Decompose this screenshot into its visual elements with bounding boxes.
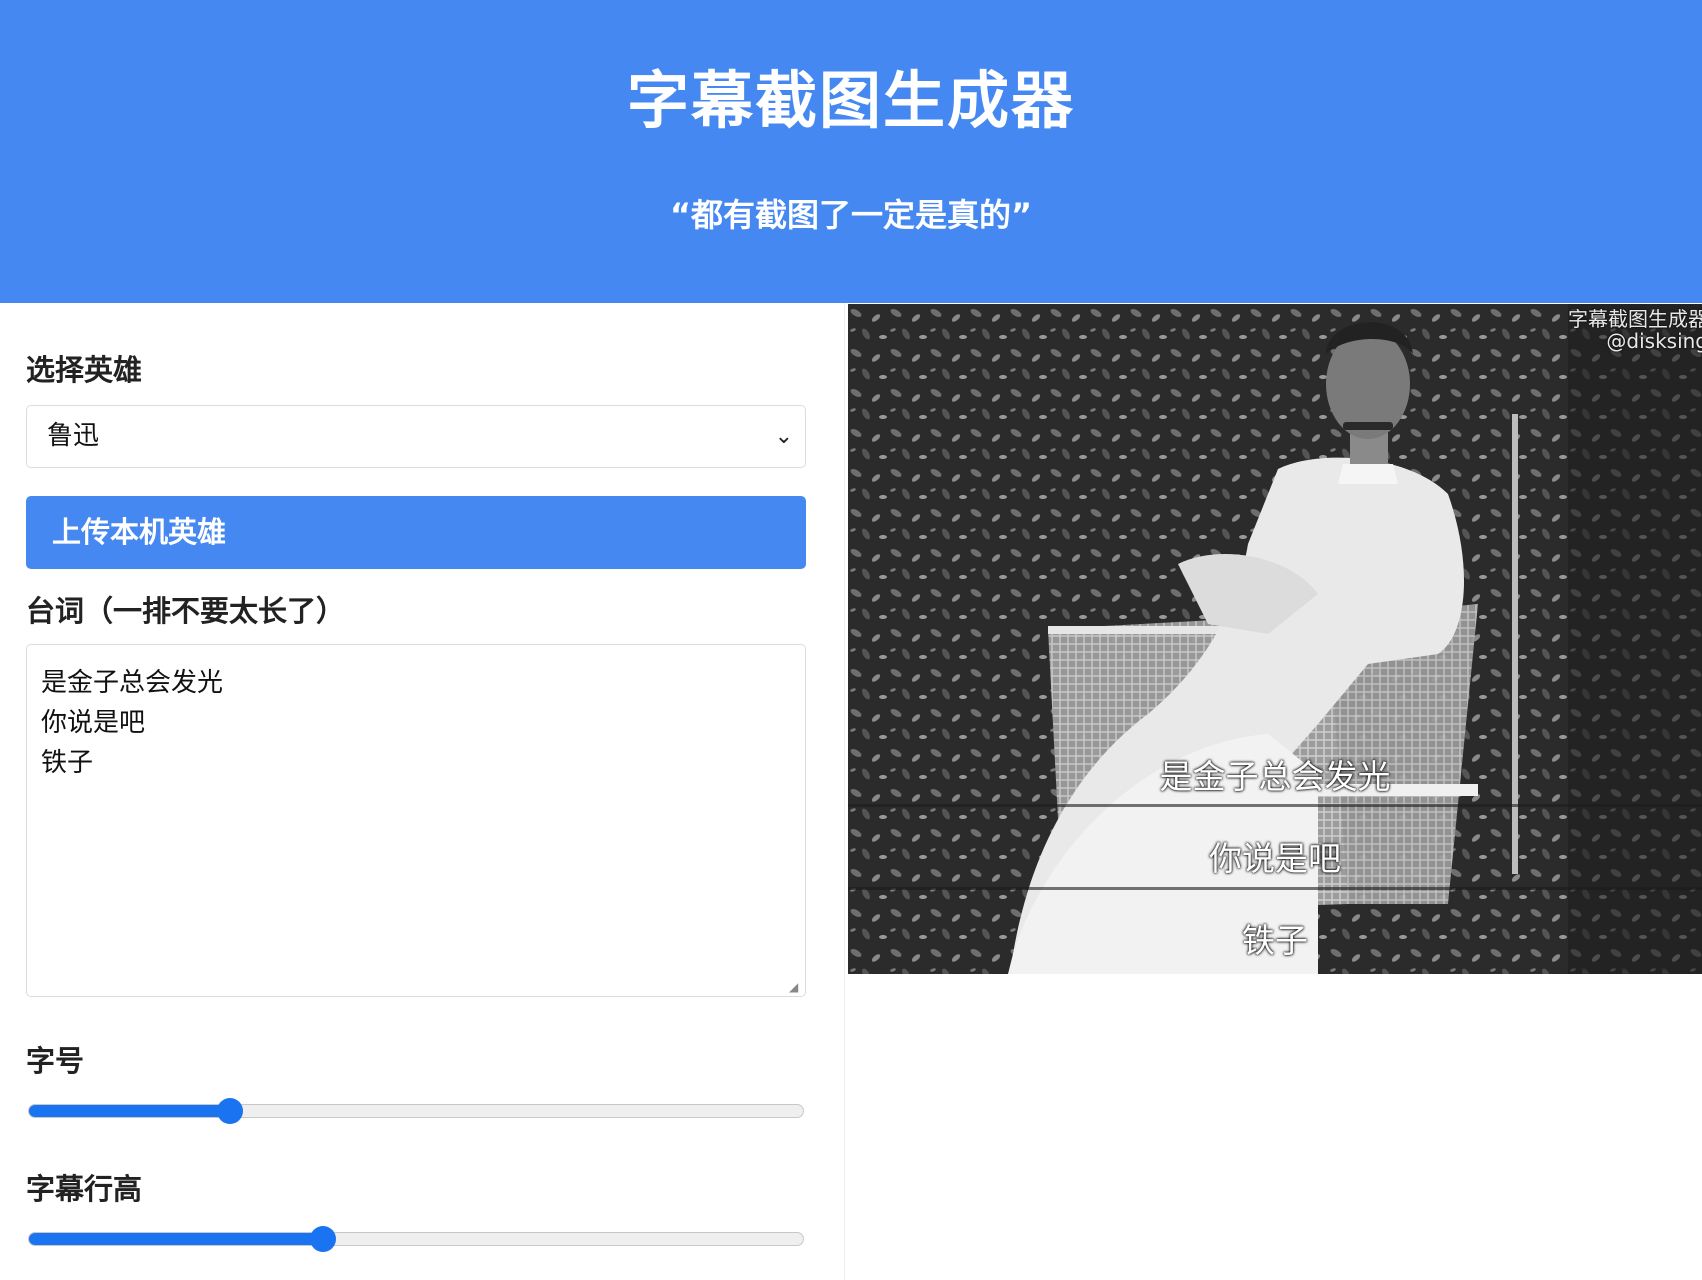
upload-hero-button[interactable]: 上传本机英雄 — [26, 496, 806, 569]
page-title: 字幕截图生成器 — [626, 64, 1075, 137]
lines-label: 台词（一排不要太长了） — [26, 594, 346, 628]
lines-text-1: 是金子总会发光 — [41, 668, 224, 698]
watermark: 字幕截图生成器 @disksing — [1568, 308, 1702, 352]
chevron-down-icon: ⌄ — [774, 424, 793, 449]
lines-textarea[interactable]: 是金子总会发光 你说是吧 铁子 ◢ — [26, 644, 806, 997]
line-height-slider[interactable] — [28, 1226, 804, 1252]
watermark-handle: @disksing — [1606, 329, 1702, 353]
hero-label: 选择英雄 — [26, 353, 143, 387]
subtitle-line-3: 铁子 — [1242, 921, 1308, 960]
watermark-title: 字幕截图生成器 — [1568, 307, 1702, 331]
line-height-slider-fill — [29, 1233, 324, 1245]
hero-select-value: 鲁迅 — [47, 421, 100, 451]
line-height-slider-thumb[interactable] — [310, 1226, 337, 1252]
page-subtitle: “都有截图了一定是真的” — [669, 196, 1033, 234]
subtitle-line-1: 是金子总会发光 — [1159, 757, 1391, 796]
lines-text-2: 你说是吧 — [41, 708, 146, 738]
lines-text-3: 铁子 — [41, 748, 94, 778]
subtitle-line-2: 你说是吧 — [1209, 839, 1341, 878]
font-size-slider[interactable] — [28, 1098, 804, 1124]
font-size-slider-fill — [29, 1105, 231, 1117]
preview-image: 字幕截图生成器 @disksing 是金子总会发光 你说是吧 铁子 — [848, 304, 1702, 974]
page-header: 字幕截图生成器 “都有截图了一定是真的” — [0, 0, 1702, 303]
resize-handle-icon[interactable]: ◢ — [789, 980, 803, 994]
font-size-label: 字号 — [26, 1044, 85, 1078]
line-height-label: 字幕行高 — [26, 1172, 143, 1206]
hero-select[interactable]: 鲁迅 ⌄ — [26, 405, 806, 468]
